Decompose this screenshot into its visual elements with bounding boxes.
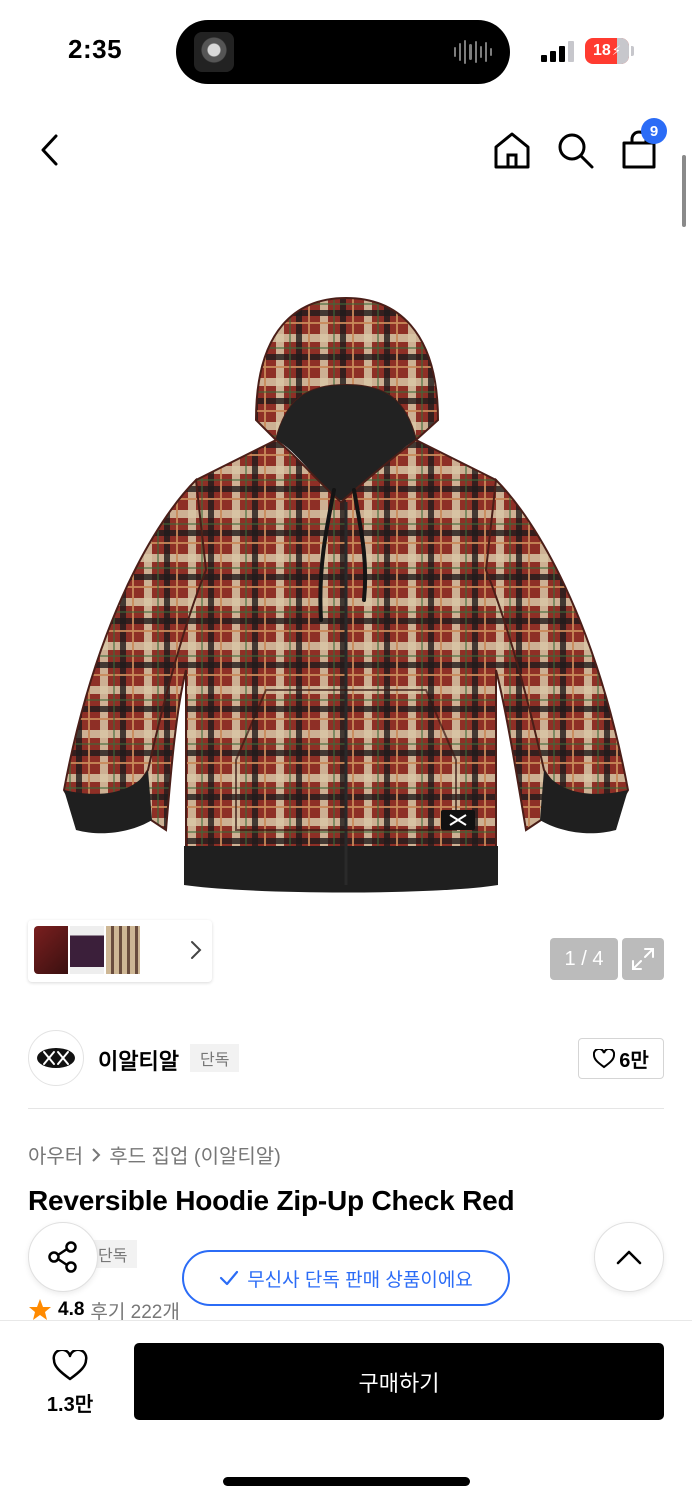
thumbnail-front[interactable] xyxy=(34,926,68,974)
share-button[interactable] xyxy=(28,1222,98,1292)
exclusive-sale-toast[interactable]: 무신사 단독 판매 상품이에요 xyxy=(182,1250,510,1306)
battery-icon: 18 ⚡ xyxy=(585,38,629,64)
exclusive-tag: 단독 xyxy=(190,1044,240,1072)
search-button[interactable] xyxy=(553,128,597,172)
brand-name[interactable]: 이알티알 xyxy=(98,1044,179,1076)
wishlist-count: 1.3만 xyxy=(46,1393,94,1416)
cart-count-badge: 9 xyxy=(641,118,667,144)
home-button[interactable] xyxy=(490,128,534,172)
cart-button[interactable]: 9 xyxy=(617,118,667,172)
divider xyxy=(28,1108,664,1109)
product-image[interactable] xyxy=(56,290,636,900)
search-icon xyxy=(558,133,594,169)
buy-button[interactable]: 구매하기 xyxy=(134,1343,664,1420)
status-bar: 2:35 18 ⚡ xyxy=(0,0,692,100)
image-counter: 1 / 4 xyxy=(550,938,618,980)
chevron-right-icon[interactable] xyxy=(190,940,202,960)
dynamic-island xyxy=(176,20,510,84)
home-indicator[interactable] xyxy=(223,1477,470,1486)
bottom-action-bar: 1.3만 구매하기 xyxy=(0,1320,692,1500)
toast-text: 무신사 단독 판매 상품이에요 xyxy=(247,1269,473,1291)
heart-icon xyxy=(52,1349,88,1380)
status-time: 2:35 xyxy=(68,34,123,64)
image-thumbnail-strip[interactable] xyxy=(28,920,212,982)
brand-logo-icon xyxy=(37,1048,75,1068)
expand-icon xyxy=(632,948,654,970)
scroll-to-top-button[interactable] xyxy=(594,1222,664,1292)
rating-score: 4.8 xyxy=(58,1299,85,1320)
chevron-right-icon xyxy=(92,1147,101,1162)
chevron-up-icon xyxy=(616,1250,642,1265)
now-playing-thumbnail xyxy=(194,32,234,72)
audio-wave-icon xyxy=(454,40,492,64)
review-count[interactable]: 후기 222개 xyxy=(90,1298,179,1323)
breadcrumb-category[interactable]: 아우터 xyxy=(28,1140,83,1169)
battery-level: 18 xyxy=(593,42,611,59)
brand-like-button[interactable]: 6만 xyxy=(578,1038,664,1079)
breadcrumb-subcategory[interactable]: 후드 집업 (이알티알) xyxy=(109,1140,281,1169)
heart-icon xyxy=(593,1048,616,1068)
charging-bolt-icon: ⚡ xyxy=(611,43,621,58)
breadcrumb: 아우터 후드 집업 (이알티알) xyxy=(28,1140,281,1169)
chevron-left-icon xyxy=(41,134,58,166)
brand-logo[interactable] xyxy=(28,1030,84,1086)
star-icon xyxy=(29,1299,51,1320)
rating-row[interactable]: 4.8 후기 222개 xyxy=(28,1298,180,1322)
brand-row: 이알티알 단독 6만 xyxy=(28,1030,664,1086)
thumbnail-reverse[interactable] xyxy=(70,926,104,974)
brand-like-count: 6만 xyxy=(619,1050,649,1072)
scrollbar[interactable] xyxy=(682,155,686,227)
product-title: Reversible Hoodie Zip-Up Check Red xyxy=(28,1185,515,1216)
share-icon xyxy=(48,1241,77,1273)
home-icon xyxy=(494,132,530,169)
expand-button[interactable] xyxy=(622,938,664,980)
wishlist-button[interactable]: 1.3만 xyxy=(30,1343,110,1423)
cellular-signal-icon xyxy=(541,40,575,62)
back-button[interactable] xyxy=(28,128,72,172)
battery-cap xyxy=(631,46,634,56)
check-icon xyxy=(220,1270,239,1286)
thumbnail-detail[interactable] xyxy=(106,926,140,974)
top-nav: 9 xyxy=(0,118,692,180)
